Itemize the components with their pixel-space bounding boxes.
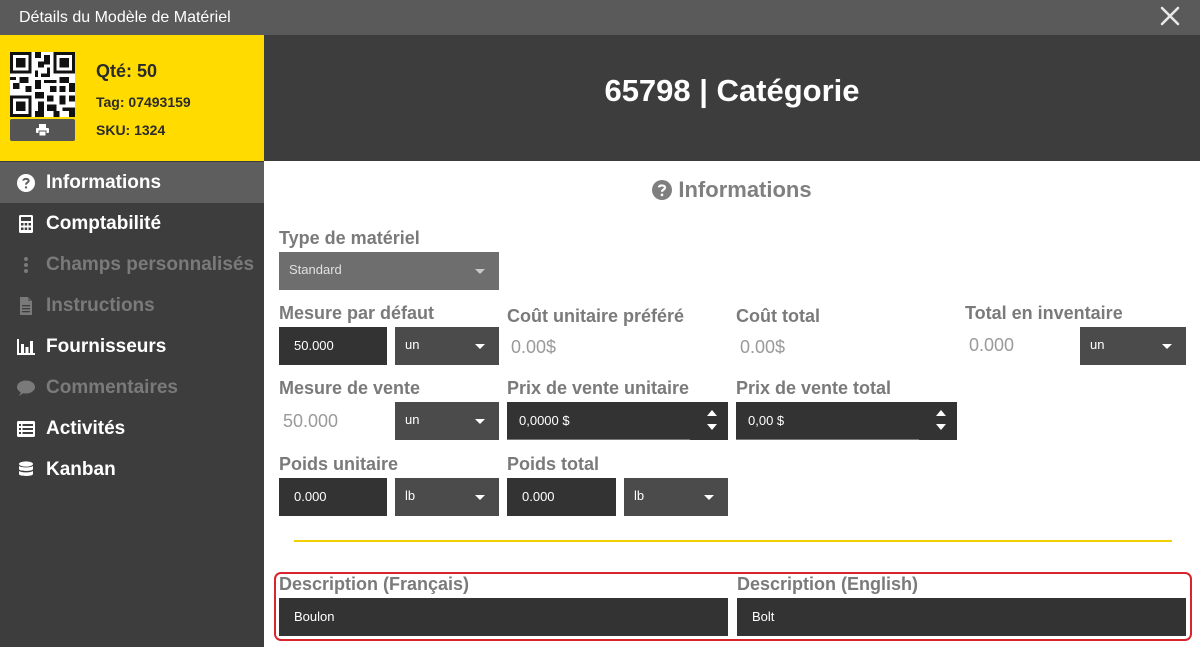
spinner-arrows-icon[interactable] bbox=[706, 408, 718, 434]
calculator-icon bbox=[19, 215, 33, 233]
page-header: 65798 | Catégorie bbox=[264, 35, 1200, 161]
close-icon[interactable] bbox=[1158, 4, 1182, 28]
unit-sale-price-value: 0,0000 $ bbox=[519, 413, 570, 428]
spinner-arrows-icon[interactable] bbox=[935, 408, 947, 434]
total-inventory-value: 0.000 bbox=[969, 335, 1015, 355]
comment-icon bbox=[17, 380, 35, 396]
sidebar-item-label: Commentaires bbox=[46, 377, 178, 398]
description-en-input[interactable]: Bolt bbox=[737, 598, 1186, 636]
section-divider bbox=[294, 540, 1172, 542]
sale-measure-value: 50.000 bbox=[283, 411, 339, 431]
total-inventory-label: Total en inventaire bbox=[965, 303, 1123, 323]
unit-weight-unit-value: lb bbox=[405, 488, 416, 503]
default-measure-input[interactable]: 50.000 bbox=[279, 327, 387, 365]
question-circle-icon bbox=[17, 174, 35, 192]
sale-measure-unit-select[interactable]: un bbox=[395, 402, 499, 440]
quantity-label: Qté: 50 bbox=[96, 61, 158, 81]
window-titlebar: Détails du Modèle de Matériel bbox=[0, 0, 1200, 35]
total-weight-unit-select[interactable]: lb bbox=[624, 478, 728, 516]
description-en-label: Description (English) bbox=[737, 574, 919, 594]
sidebar-item-fournisseurs[interactable]: Fournisseurs bbox=[0, 326, 264, 367]
section-title-text: Informations bbox=[678, 177, 812, 202]
tag-label: Tag: 07493159 bbox=[96, 94, 191, 110]
sidebar-item-label: Kanban bbox=[46, 459, 116, 480]
total-sale-price-label: Prix de vente total bbox=[736, 378, 892, 398]
chevron-down-icon bbox=[475, 419, 485, 424]
sidebar-item-commentaires[interactable]: Commentaires bbox=[0, 367, 264, 408]
unit-weight-unit-select[interactable]: lb bbox=[395, 478, 499, 516]
sale-measure-unit-value: un bbox=[405, 412, 420, 427]
chevron-down-icon bbox=[1162, 344, 1172, 349]
total-sale-price-value: 0,00 $ bbox=[748, 413, 785, 428]
total-cost-label: Coût total bbox=[736, 306, 820, 326]
description-fr-input[interactable]: Boulon bbox=[279, 598, 728, 636]
total-inventory-unit-value: un bbox=[1090, 337, 1105, 352]
material-type-value: Standard bbox=[289, 262, 342, 277]
database-icon bbox=[19, 461, 33, 476]
unit-sale-price-label: Prix de vente unitaire bbox=[507, 378, 690, 398]
document-icon bbox=[20, 297, 32, 315]
total-weight-input[interactable]: 0.000 bbox=[507, 478, 616, 516]
sidebar-item-label: Informations bbox=[46, 172, 162, 193]
total-cost-value: 0.00$ bbox=[740, 337, 786, 357]
sidebar-item-comptabilite[interactable]: Comptabilité bbox=[0, 203, 264, 244]
unit-sale-price-input[interactable]: 0,0000 $ bbox=[507, 402, 728, 440]
sidebar-item-activites[interactable]: Activités bbox=[0, 408, 264, 449]
default-measure-unit-value: un bbox=[405, 337, 420, 352]
default-measure-label: Mesure par défaut bbox=[279, 303, 435, 323]
input-underline bbox=[507, 439, 690, 440]
sidebar-item-label: Instructions bbox=[46, 295, 155, 316]
description-fr-label: Description (Français) bbox=[279, 574, 470, 594]
window-title: Détails du Modèle de Matériel bbox=[19, 9, 231, 26]
chevron-down-icon bbox=[704, 495, 714, 500]
total-weight-label: Poids total bbox=[507, 454, 600, 474]
preferred-unit-cost-label: Coût unitaire préféré bbox=[507, 306, 685, 326]
unit-weight-input[interactable]: 0.000 bbox=[279, 478, 387, 516]
qr-code-icon bbox=[10, 52, 75, 117]
item-card: Qté: 50 Tag: 07493159 SKU: 1324 bbox=[0, 35, 264, 161]
preferred-unit-cost-value: 0.00$ bbox=[511, 337, 557, 357]
sku-label: SKU: 1324 bbox=[96, 122, 166, 138]
total-sale-price-input[interactable]: 0,00 $ bbox=[736, 402, 957, 440]
ellipsis-vertical-icon bbox=[24, 257, 28, 273]
total-weight-unit-value: lb bbox=[634, 488, 645, 503]
print-button[interactable] bbox=[10, 119, 75, 141]
default-measure-unit-select[interactable]: un bbox=[395, 327, 499, 365]
question-circle-icon bbox=[652, 180, 673, 200]
printer-icon bbox=[36, 124, 49, 136]
sidebar-item-kanban[interactable]: Kanban bbox=[0, 449, 264, 490]
bar-chart-icon bbox=[17, 339, 35, 355]
sidebar-item-informations[interactable]: Informations bbox=[0, 162, 264, 203]
main-content: Informations Type de matériel Standard M… bbox=[264, 161, 1200, 647]
material-type-label: Type de matériel bbox=[279, 228, 420, 248]
total-inventory-unit-select[interactable]: un bbox=[1080, 327, 1186, 365]
sidebar-item-champs-personnalises[interactable]: Champs personnalisés bbox=[0, 244, 264, 285]
input-underline bbox=[736, 439, 919, 440]
unit-weight-label: Poids unitaire bbox=[279, 454, 399, 474]
list-icon bbox=[17, 421, 35, 437]
material-type-select[interactable]: Standard bbox=[279, 252, 499, 290]
sidebar-item-instructions[interactable]: Instructions bbox=[0, 285, 264, 326]
section-title: Informations bbox=[264, 177, 1200, 203]
sidebar-item-label: Fournisseurs bbox=[46, 336, 167, 357]
chevron-down-icon bbox=[475, 269, 485, 274]
sidebar-item-label: Activités bbox=[46, 418, 126, 439]
chevron-down-icon bbox=[475, 344, 485, 349]
sale-measure-label: Mesure de vente bbox=[279, 378, 421, 398]
sidebar-item-label: Comptabilité bbox=[46, 213, 162, 234]
chevron-down-icon bbox=[475, 495, 485, 500]
sidebar: Qté: 50 Tag: 07493159 SKU: 1324 Informat… bbox=[0, 35, 264, 647]
sidebar-item-label: Champs personnalisés bbox=[46, 254, 255, 275]
page-title: 65798 | Catégorie bbox=[604, 73, 860, 108]
